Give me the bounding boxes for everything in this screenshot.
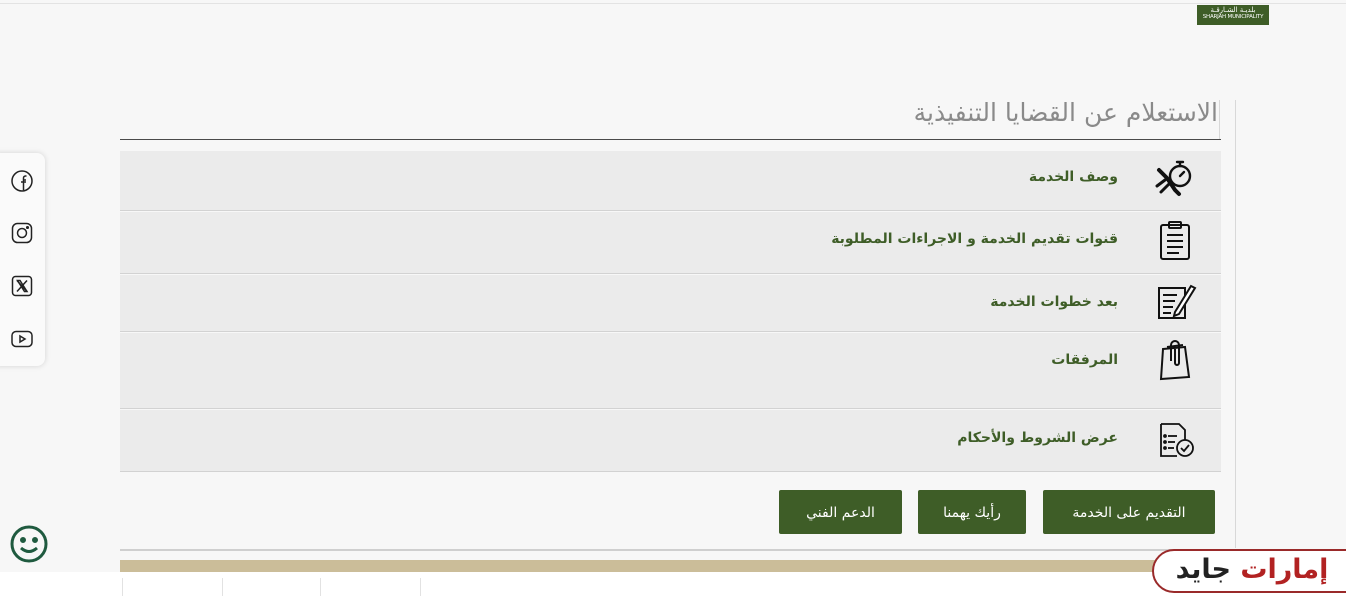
footer-strip [0,572,1346,596]
logo-english-text: SHARJAH MUNICIPALITY [1202,14,1264,20]
accordion-item-service-channels[interactable]: قنوات تقديم الخدمة و الاجراءات المطلوبة [120,212,1221,274]
accordion-item-label: المرفقات [1051,352,1118,368]
top-divider [0,3,1346,4]
page-title: الاستعلام عن القضايا التنفيذية [913,98,1218,127]
tools-stopwatch-icon [1153,156,1197,200]
accordion-item-label: بعد خطوات الخدمة [990,294,1118,310]
social-media-panel [0,153,45,366]
title-underline [120,139,1221,140]
youtube-icon[interactable] [10,327,34,351]
accordion-item-service-description[interactable]: وصف الخدمة [120,151,1221,211]
watermark-logo: إمارات جايد [1152,549,1346,593]
footer-divider [122,578,123,596]
accordion-item-terms-conditions[interactable]: عرض الشروط والأحكام [120,410,1221,472]
logo-arabic-text: بلديـة الشـارقـة [1210,6,1256,14]
checklist-icon [1153,418,1197,462]
x-icon[interactable] [10,274,34,298]
smiley-feedback-icon[interactable] [9,524,49,564]
accordion-item-service-steps[interactable]: بعد خطوات الخدمة [120,275,1221,332]
facebook-icon[interactable] [10,169,34,193]
clipboard-icon [1153,219,1197,263]
technical-support-button[interactable]: الدعم الفني [779,490,902,534]
content-bottom-divider [120,549,1221,551]
accordion-item-label: وصف الخدمة [1028,169,1118,185]
watermark-text-part2: جايد [1175,554,1231,585]
title-right-border [1219,100,1220,140]
footer-band [120,560,1221,572]
content-right-border [1235,100,1236,548]
paperclip-documents-icon [1153,339,1197,383]
accordion-item-label: عرض الشروط والأحكام [957,430,1118,446]
sharjah-municipality-logo[interactable]: بلديـة الشـارقـة SHARJAH MUNICIPALITY [1197,5,1269,25]
footer-divider [222,578,223,596]
footer-divider [320,578,321,596]
accordion-item-attachments[interactable]: المرفقات [120,333,1221,409]
feedback-button[interactable]: رأيك يهمنا [918,490,1026,534]
apply-service-button[interactable]: التقديم على الخدمة [1043,490,1215,534]
document-edit-icon [1153,280,1197,324]
accordion-item-label: قنوات تقديم الخدمة و الاجراءات المطلوبة [831,231,1118,247]
instagram-icon[interactable] [10,221,34,245]
watermark-text-part1: إمارات [1240,554,1329,585]
footer-divider [420,578,421,596]
